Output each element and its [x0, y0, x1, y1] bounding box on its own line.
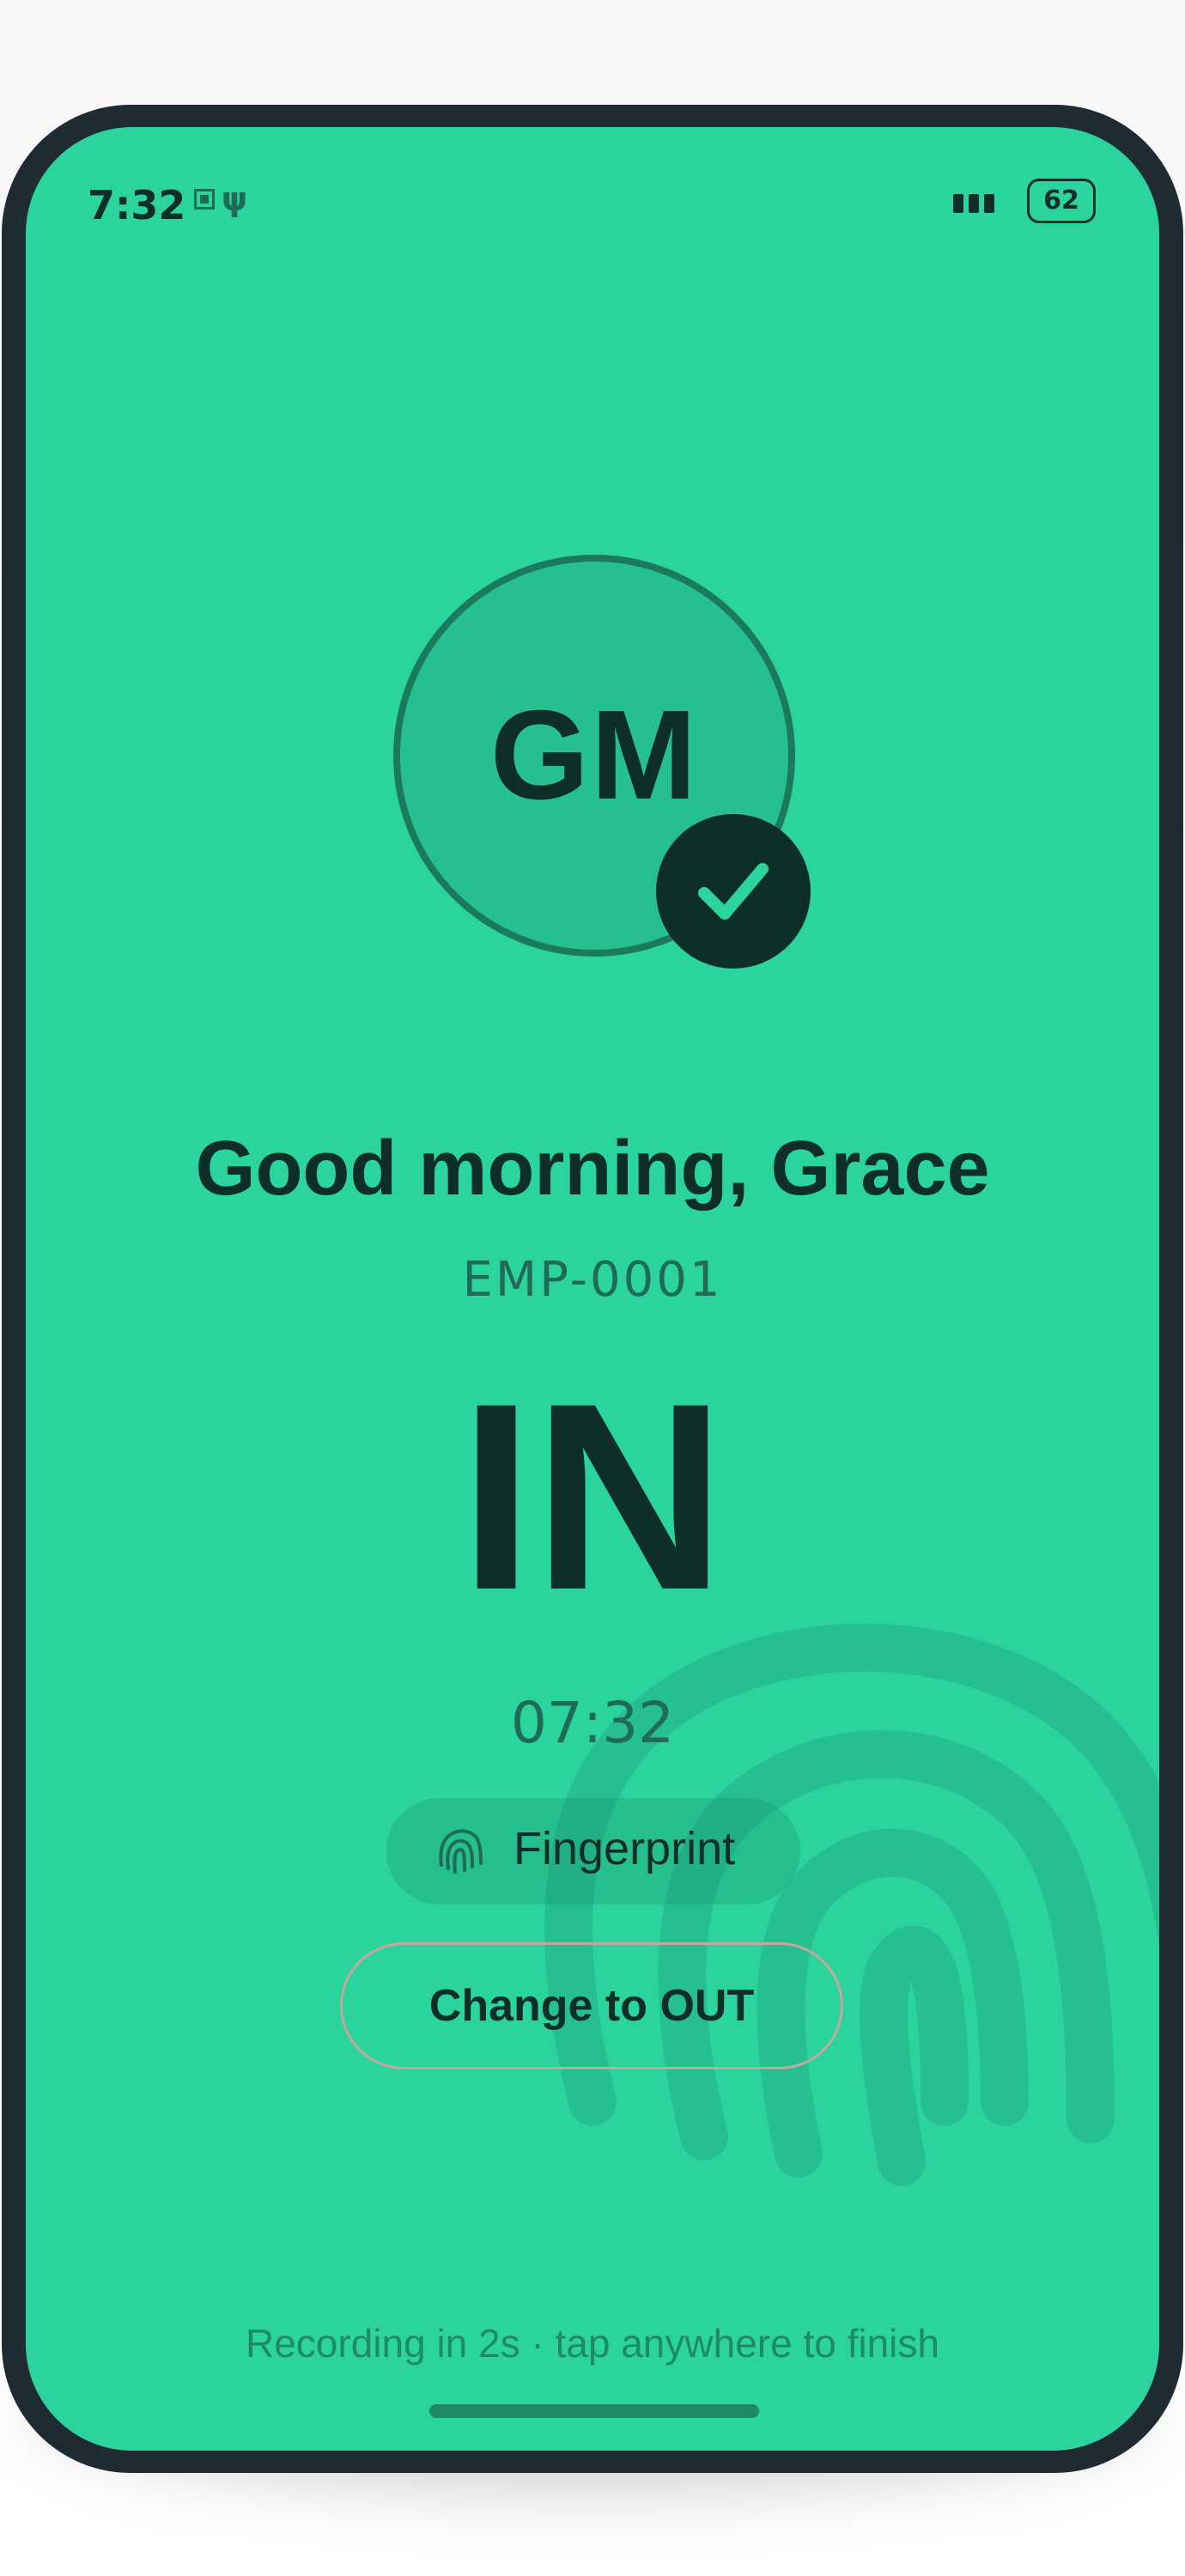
employee-id: EMP-0001 [462, 1252, 723, 1308]
signal-icon [953, 194, 1005, 213]
status-bar: 7:32 ψ 62 [26, 127, 1159, 239]
battery-icon: 62 [1027, 179, 1096, 223]
fingerprint-icon [439, 1829, 483, 1874]
verified-check-icon [656, 814, 811, 969]
recording-hint: Recording in 2s · tap anywhere to finish [246, 2321, 939, 2366]
usb-icon: ψ [222, 180, 248, 218]
home-indicator[interactable] [429, 2404, 759, 2418]
sim-icon [194, 189, 215, 210]
method-label: Fingerprint [514, 1823, 736, 1874]
clock-status: IN [459, 1347, 726, 1645]
phone-frame: 7:32 ψ 62 GM Good morning, Grace EMP-000… [2, 105, 1183, 2473]
method-badge: Fingerprint [386, 1798, 800, 1905]
clock-in-screen[interactable]: 7:32 ψ 62 GM Good morning, Grace EMP-000… [26, 127, 1159, 2451]
greeting-title: Good morning, Grace [195, 1126, 990, 1212]
clock-time: 07:32 [510, 1690, 675, 1756]
change-to-out-button[interactable]: Change to OUT [340, 1942, 843, 2069]
status-time: 7:32 [88, 182, 186, 228]
